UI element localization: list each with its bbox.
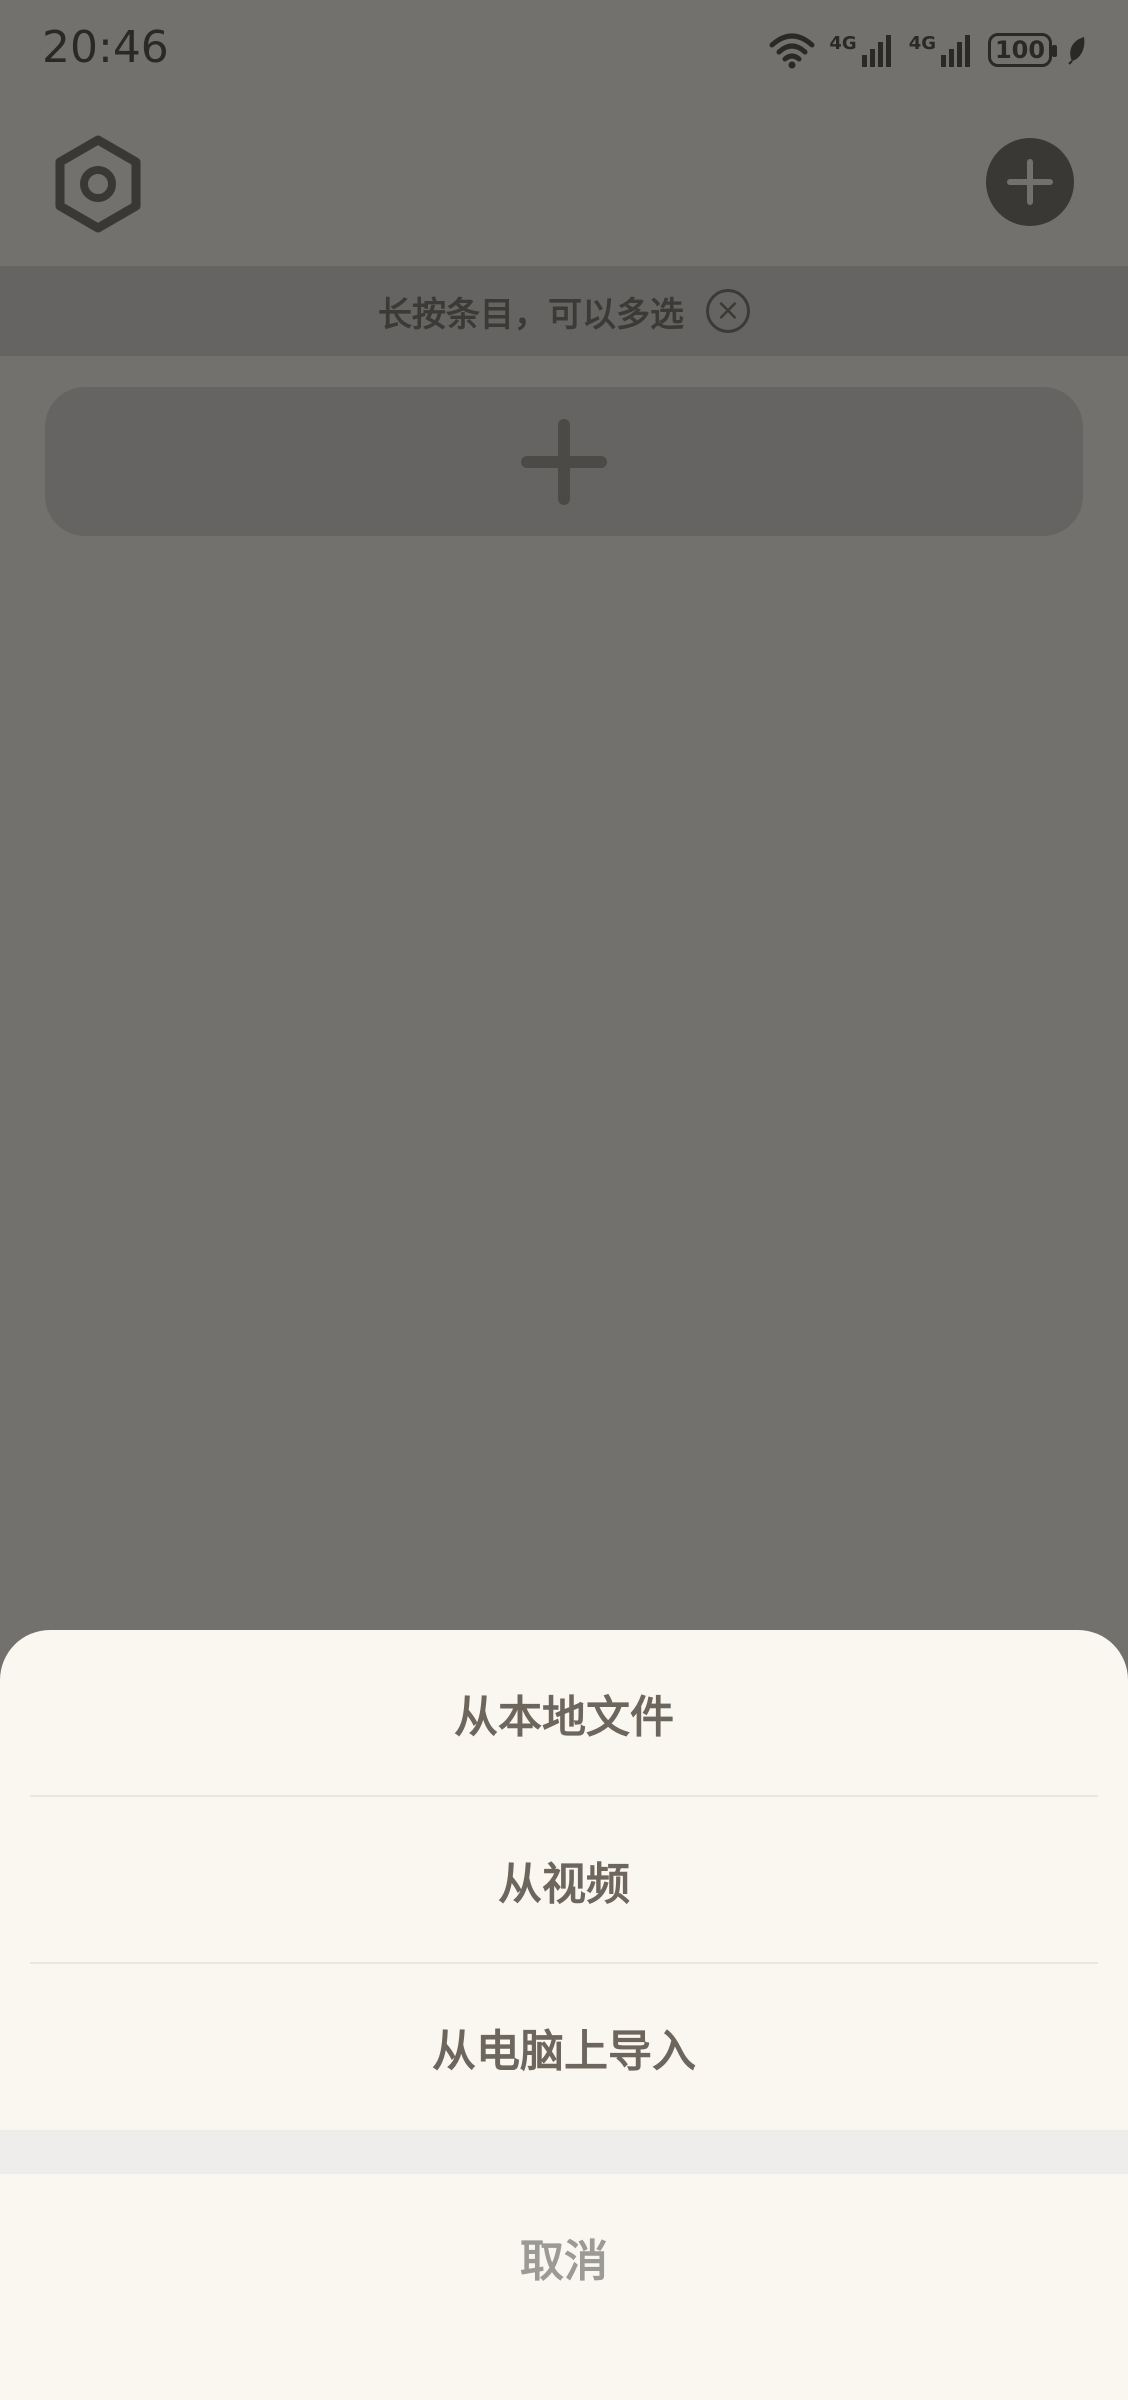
leaf-icon xyxy=(1068,37,1085,65)
hint-text: 长按条目，可以多选 xyxy=(378,294,684,335)
signal-2: 4G xyxy=(909,33,974,67)
option-import-from-computer[interactable]: 从电脑上导入 xyxy=(0,1964,1128,2130)
plus-icon xyxy=(1007,159,1053,205)
sheet-separator xyxy=(0,2130,1128,2174)
status-bar: 20:46 4G 4G 100 xyxy=(0,0,1128,100)
close-hint-button[interactable]: × xyxy=(706,289,750,333)
status-icons: 4G 4G 100 xyxy=(769,28,1088,72)
status-time: 20:46 xyxy=(42,22,169,73)
hexagon-settings-icon xyxy=(55,135,141,233)
close-circle-icon: × xyxy=(715,293,741,328)
wifi-icon xyxy=(769,33,815,69)
network-type-2: 4G xyxy=(908,33,936,54)
battery-indicator: 100 xyxy=(988,33,1057,67)
signal-bars-icon xyxy=(941,35,970,67)
signal-bars-icon xyxy=(861,35,891,67)
battery-level: 100 xyxy=(994,36,1046,64)
add-item-card[interactable] xyxy=(45,387,1083,536)
multi-select-hint-banner: 长按条目，可以多选 × xyxy=(0,266,1128,356)
settings-button[interactable] xyxy=(52,134,144,234)
signal-1: 4G xyxy=(829,33,894,67)
import-action-sheet: 从本地文件 从视频 从电脑上导入 取消 xyxy=(0,1630,1128,2400)
cancel-button[interactable]: 取消 xyxy=(0,2174,1128,2340)
plus-icon xyxy=(521,419,607,505)
network-type-1: 4G xyxy=(829,33,857,54)
add-button[interactable] xyxy=(986,138,1074,226)
option-video[interactable]: 从视频 xyxy=(0,1797,1128,1963)
option-local-file[interactable]: 从本地文件 xyxy=(0,1630,1128,1796)
